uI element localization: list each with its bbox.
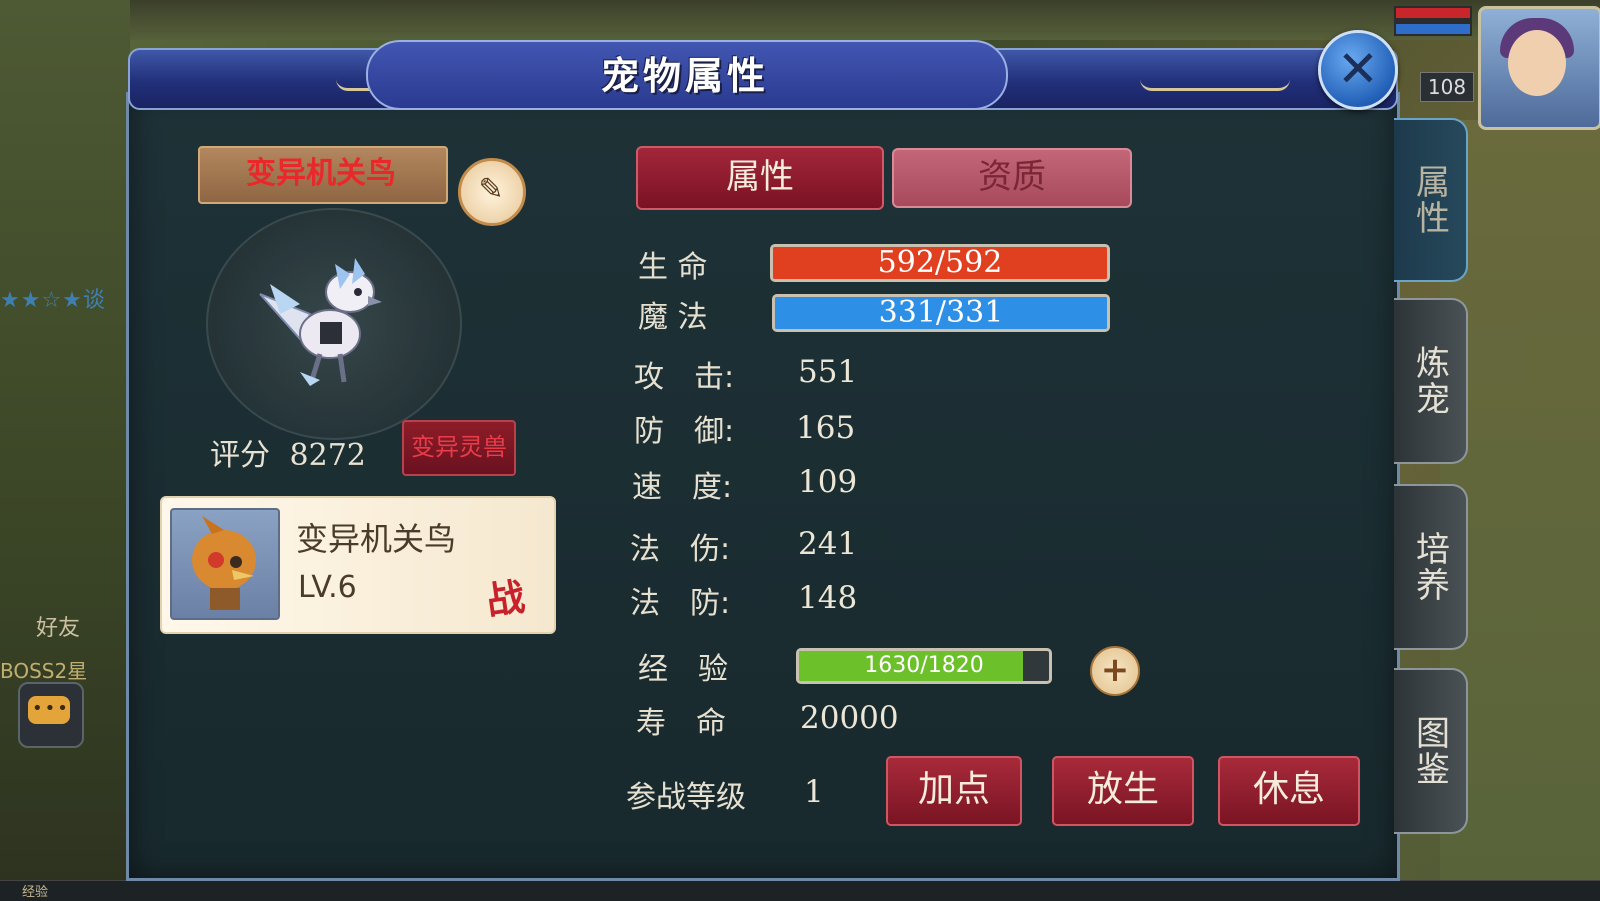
attack-label: 攻 击: xyxy=(634,360,735,395)
exp-bar: 1630/1820 xyxy=(796,648,1052,684)
score-label: 评分 xyxy=(210,438,270,473)
side-tab-codex[interactable]: 图鉴 xyxy=(1394,668,1468,834)
hp-value: 592/592 xyxy=(877,245,1003,280)
side-tab-train[interactable]: 培养 xyxy=(1394,484,1468,650)
pet-sprite xyxy=(259,258,382,386)
edit-icon[interactable]: ✎ xyxy=(458,158,524,224)
pet-card-level: LV.6 xyxy=(298,570,357,605)
chat-dots-icon: ••• xyxy=(32,698,70,719)
score-value: 8272 xyxy=(289,438,366,473)
mp-bar: 331/331 xyxy=(772,294,1110,332)
rest-button[interactable]: 休息 xyxy=(1218,756,1360,826)
tab-attributes[interactable]: 属性 xyxy=(636,146,884,210)
hp-label: 生 命 xyxy=(638,250,708,285)
mutant-beast-button[interactable]: 变异灵兽 xyxy=(402,420,516,476)
game-scene-left xyxy=(0,0,130,900)
battle-level-value: 1 xyxy=(804,774,824,810)
close-icon[interactable]: ✕ xyxy=(1318,30,1398,110)
bottom-exp-label: 经验 xyxy=(22,885,49,900)
lifespan-label: 寿 命 xyxy=(636,706,726,741)
magic-damage-label: 法 伤: xyxy=(630,532,731,567)
player-hp-bar xyxy=(1396,8,1470,18)
pet-score: 评分 8272 xyxy=(210,430,366,474)
release-button[interactable]: 放生 xyxy=(1052,756,1194,826)
exp-value: 1630/1820 xyxy=(864,653,984,678)
player-mp-bar xyxy=(1396,24,1470,34)
pet-avatar-icon xyxy=(192,516,256,610)
pet-name: 变异机关鸟 xyxy=(246,156,396,191)
battle-status-badge: 战 xyxy=(483,574,528,624)
battle-level-label: 参战等级 xyxy=(626,780,746,815)
tab-aptitude[interactable]: 资质 xyxy=(892,148,1132,208)
lifespan-value: 20000 xyxy=(800,700,899,736)
scene-star-row: ★★☆★谈 xyxy=(0,288,106,313)
defense-value: 165 xyxy=(796,410,856,446)
avatar-face xyxy=(1508,30,1566,96)
magic-damage-value: 241 xyxy=(798,526,858,562)
friend-label[interactable]: 好友 xyxy=(36,610,80,642)
boss-label: BOSS2星 xyxy=(0,659,88,683)
pet-card-avatar xyxy=(170,508,280,620)
speed-label: 速 度: xyxy=(632,470,733,505)
side-tab-refine[interactable]: 炼宠 xyxy=(1394,298,1468,464)
mp-value: 331/331 xyxy=(878,295,1004,330)
magic-defense-value: 148 xyxy=(798,580,858,616)
attack-value: 551 xyxy=(798,354,858,390)
pet-card-name: 变异机关鸟 xyxy=(296,520,457,558)
add-points-button[interactable]: 加点 xyxy=(886,756,1022,826)
bottom-exp-bar xyxy=(0,880,1600,901)
magic-defense-label: 法 防: xyxy=(630,586,731,621)
mp-label: 魔 法 xyxy=(638,300,708,335)
plus-icon[interactable]: + xyxy=(1090,646,1140,696)
speed-value: 109 xyxy=(798,464,858,500)
exp-label: 经 验 xyxy=(638,652,728,687)
player-level-badge: 108 xyxy=(1420,72,1474,102)
side-tab-attributes[interactable]: 属性 xyxy=(1394,118,1468,282)
hp-bar: 592/592 xyxy=(770,244,1110,282)
window-title: 宠物属性 xyxy=(600,54,769,98)
title-ornament-right xyxy=(1140,64,1290,91)
defense-label: 防 御: xyxy=(634,414,735,449)
